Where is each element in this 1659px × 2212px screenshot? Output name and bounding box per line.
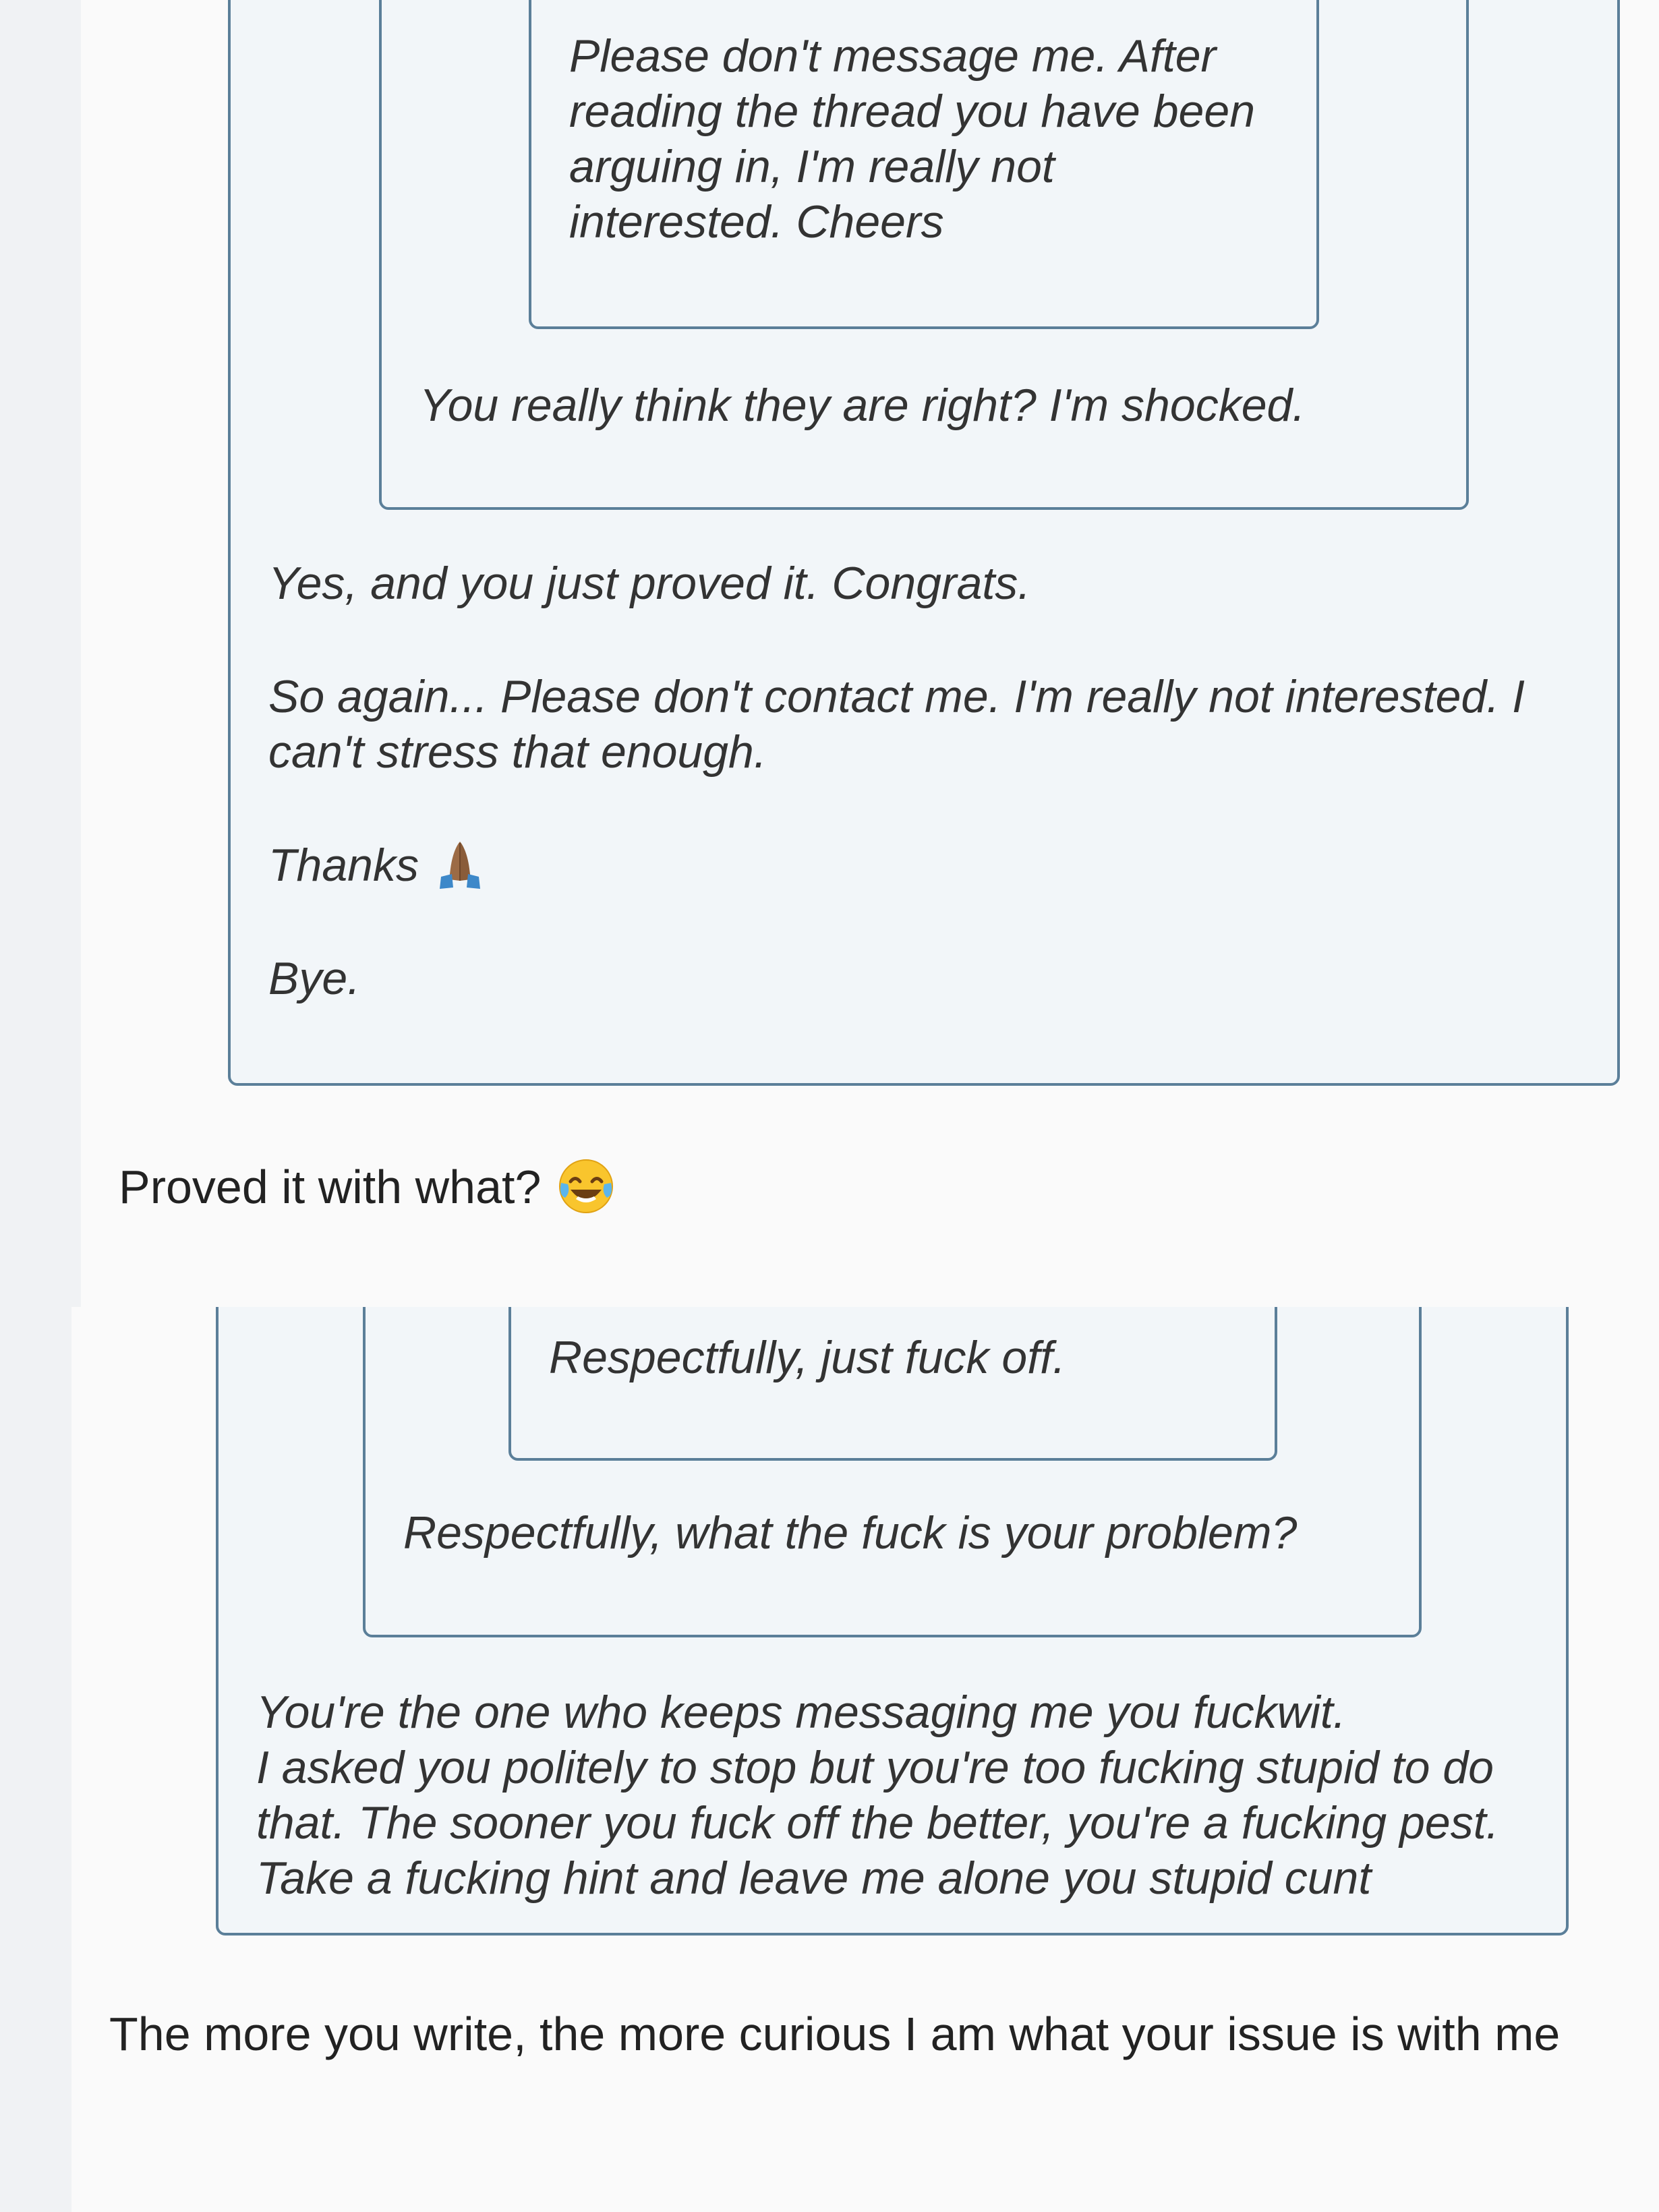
- inner-quote: Please don't message me. After reading t…: [529, 0, 1319, 329]
- quote-text: Take a fucking hint and leave me alone y…: [256, 1853, 1372, 1904]
- quote-text: Bye.: [268, 953, 361, 1004]
- quote-text: reading the thread you have been: [569, 86, 1256, 137]
- quote-text: that. The sooner you fuck off the better…: [256, 1797, 1499, 1849]
- quote-text: Please don't message me. After: [569, 30, 1217, 82]
- quote-text: So again... Please don't contact me. I'm…: [268, 671, 1525, 722]
- quote-text: Yes, and you just proved it. Congrats.: [268, 558, 1031, 609]
- quote-text: interested. Cheers: [569, 196, 944, 248]
- quote-text: Respectfully, just fuck off.: [549, 1332, 1066, 1383]
- quote-text: Respectfully, what the fuck is your prob…: [403, 1507, 1298, 1559]
- quote-text: You really think they are right? I'm sho…: [419, 380, 1306, 431]
- message-panel-top: Yes, and you just proved it. Congrats. S…: [81, 0, 1659, 1307]
- reply-text: Proved it with what?: [119, 1161, 542, 1213]
- quote-text: can't stress that enough.: [268, 726, 767, 778]
- message-panel-bottom: You're the one who keeps messaging me yo…: [71, 1307, 1659, 2212]
- quote-text: I asked you politely to stop but you're …: [256, 1742, 1494, 1793]
- quote-text: You're the one who keeps messaging me yo…: [256, 1687, 1346, 1738]
- reply-text: The more you write, the more curious I a…: [109, 2008, 1561, 2060]
- folded-hands-icon: [440, 842, 480, 889]
- inner-quote: Respectfully, just fuck off.: [508, 1307, 1277, 1461]
- quote-text: arguing in, I'm really not: [569, 141, 1055, 192]
- quote-text: Thanks: [268, 840, 419, 891]
- face-with-tears-of-joy-icon: [559, 1159, 613, 1213]
